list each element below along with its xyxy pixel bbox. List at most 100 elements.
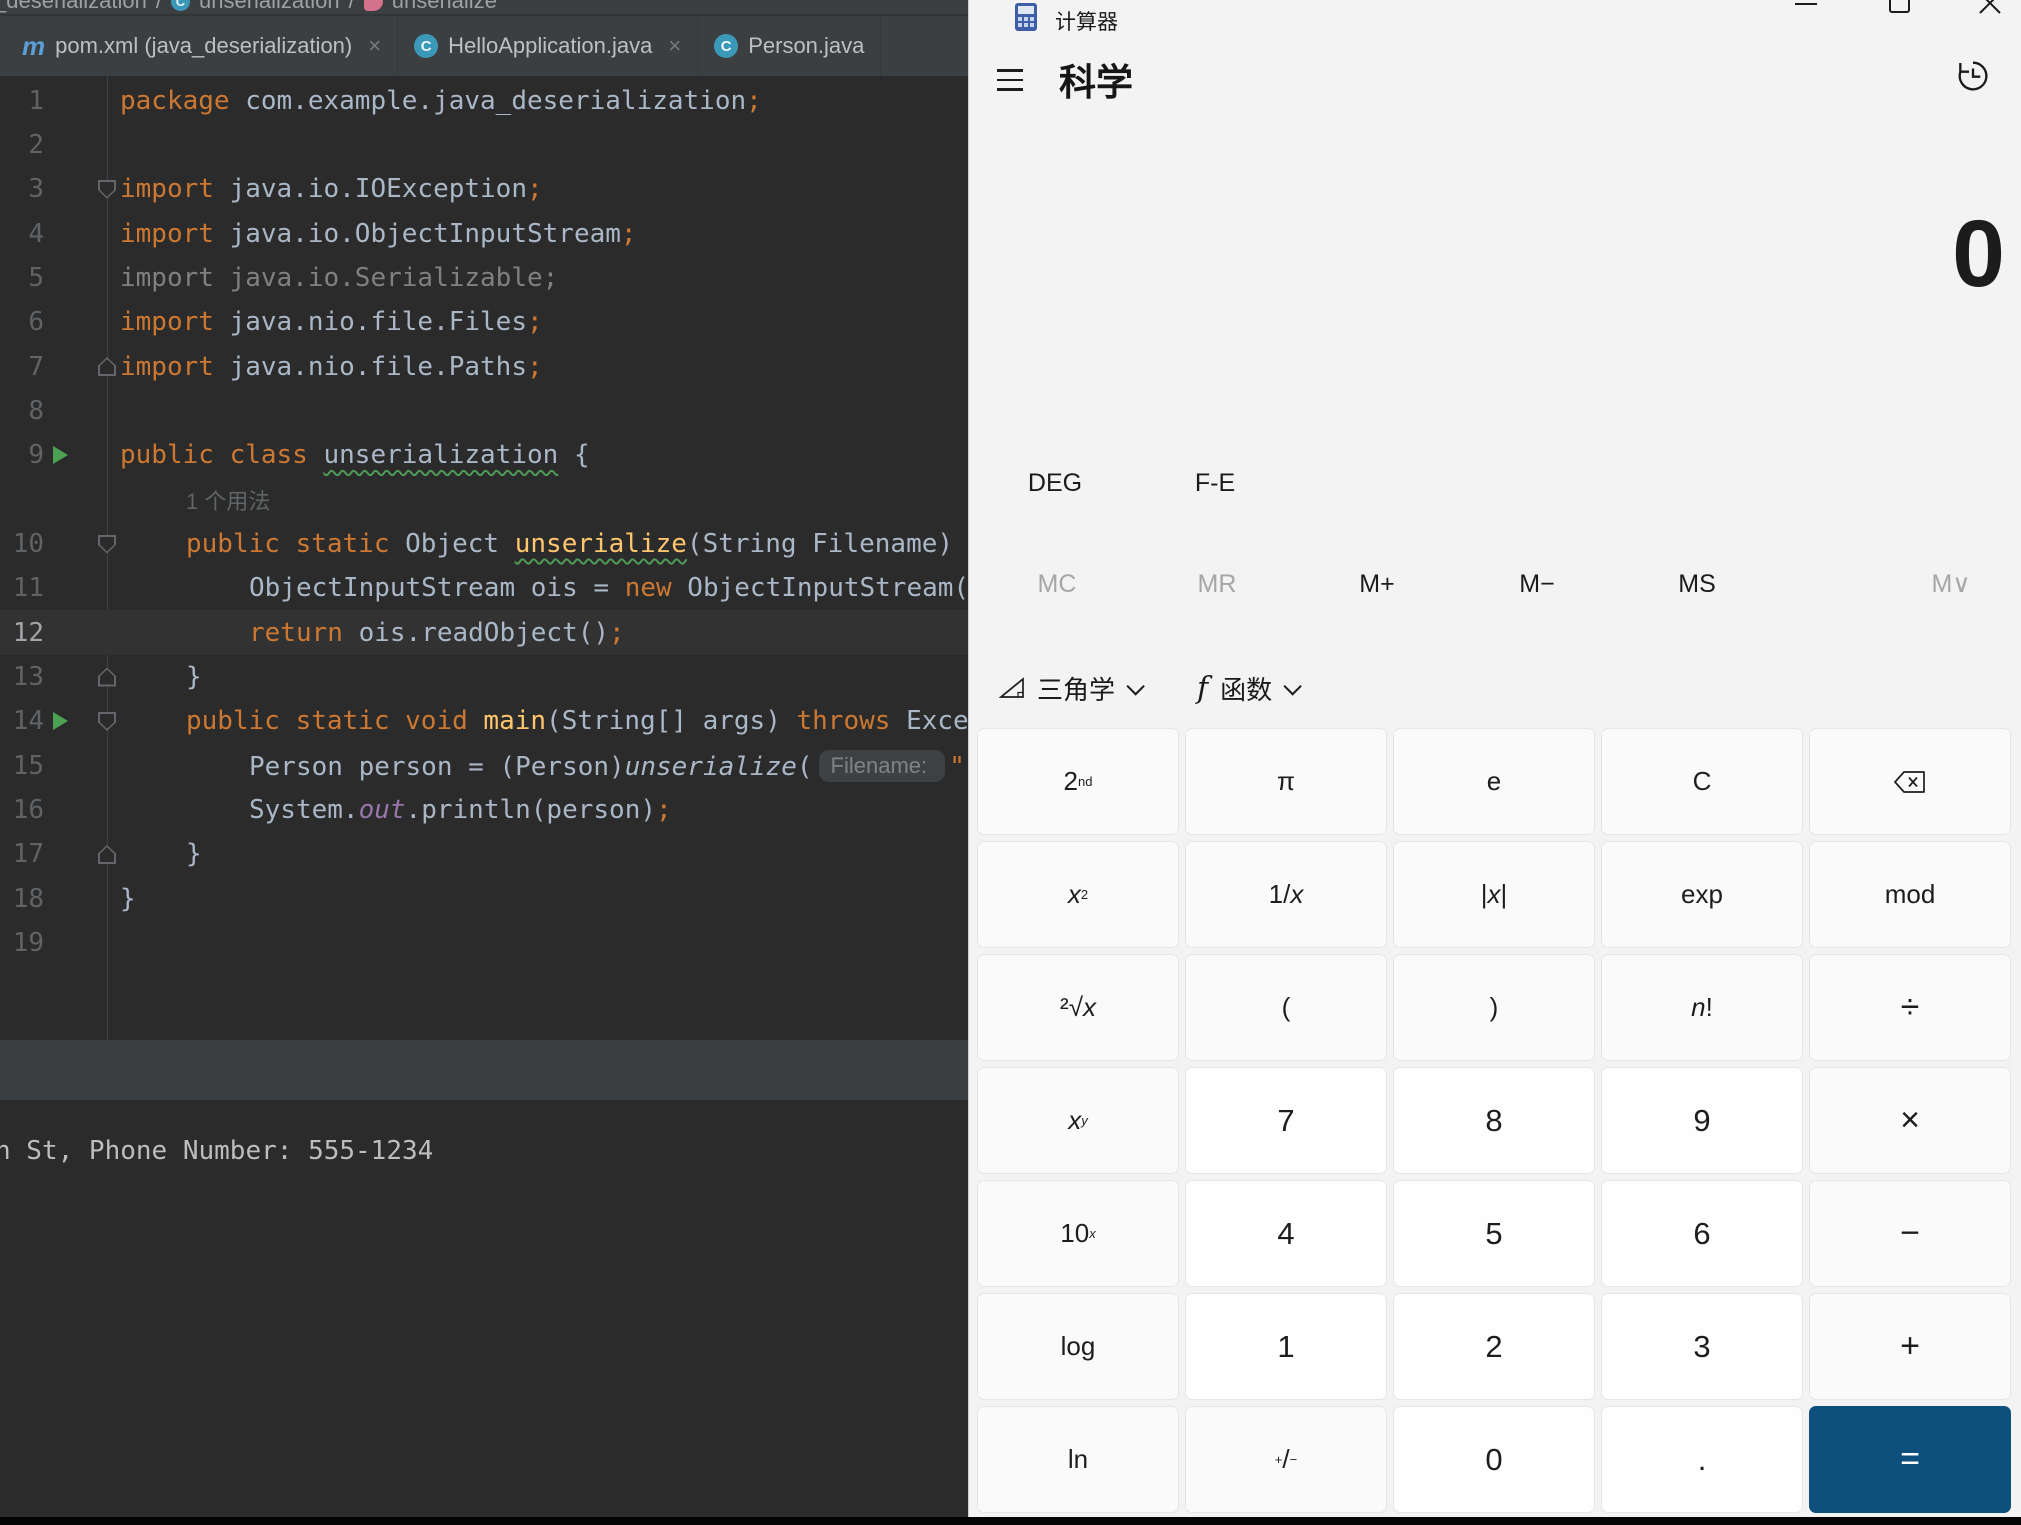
console-output: n St, Phone Number: 555-1234 xyxy=(0,1136,434,1166)
class-icon: C xyxy=(414,34,439,58)
zero-button[interactable]: 0 xyxy=(1393,1406,1595,1513)
function-dropdown[interactable]: f 函数 xyxy=(1197,664,1302,712)
code-line-11: 11 ObjectInputStream ois = new ObjectInpu… xyxy=(0,566,968,611)
tab-pom-xml[interactable]: m pom.xml (java_deserialization) × xyxy=(6,16,399,76)
fold-icon[interactable] xyxy=(98,844,116,864)
code-text: public class unserialization { xyxy=(120,440,590,471)
seven-button[interactable]: 7 xyxy=(1185,1067,1387,1174)
close-paren-button[interactable]: ) xyxy=(1393,954,1595,1061)
open-paren-button[interactable]: ( xyxy=(1185,954,1387,1061)
history-button[interactable] xyxy=(1953,56,1993,96)
line-number: 3 xyxy=(28,174,44,205)
reciprocal-button[interactable]: 1/x xyxy=(1185,841,1387,948)
run-console[interactable]: n St, Phone Number: 555-1234 xyxy=(0,1100,968,1517)
square-root-button[interactable]: ²√ x xyxy=(977,954,1179,1061)
ln-button[interactable]: ln xyxy=(977,1406,1179,1513)
calculator-window: 计算器 科学 0 DEG F-E MC MR M+ M− MS M∨ 三角学 f… xyxy=(968,0,2021,1517)
editor-tab-bar: m pom.xml (java_deserialization) × C Hel… xyxy=(0,16,968,76)
code-text: import java.io.Serializable; xyxy=(120,262,559,293)
add-button[interactable]: + xyxy=(1809,1293,2011,1400)
line-number: 13 xyxy=(12,662,44,693)
eight-button[interactable]: 8 xyxy=(1393,1067,1595,1174)
subtract-button[interactable]: − xyxy=(1809,1180,2011,1287)
nine-button[interactable]: 9 xyxy=(1601,1067,1803,1174)
memory-add-button[interactable]: M+ xyxy=(1297,556,1457,612)
tab-person[interactable]: C Person.java xyxy=(698,16,882,76)
equals-button[interactable]: = xyxy=(1809,1406,2011,1513)
fold-icon[interactable] xyxy=(98,667,116,687)
fold-icon[interactable] xyxy=(98,711,116,731)
second-function-button[interactable]: 2nd xyxy=(977,728,1179,835)
four-button[interactable]: 4 xyxy=(1185,1180,1387,1287)
history-icon xyxy=(1958,61,1988,91)
fe-toggle-button[interactable]: F-E xyxy=(1165,461,1265,505)
ten-power-x-button[interactable]: 10 x xyxy=(977,1180,1179,1287)
backspace-button[interactable] xyxy=(1809,728,2011,835)
plus-minus-button[interactable]: + / − xyxy=(1185,1406,1387,1513)
euler-number-button[interactable]: e xyxy=(1393,728,1595,835)
menu-button[interactable] xyxy=(991,60,1031,100)
code-text: import java.nio.file.Paths; xyxy=(120,351,543,382)
tab-helloapplication[interactable]: C HelloApplication.java × xyxy=(398,16,699,76)
memory-store-button[interactable]: MS xyxy=(1617,556,1777,612)
breadcrumb-item[interactable]: unserialization xyxy=(199,0,340,14)
method-icon xyxy=(363,0,383,11)
code-line-3: 3 import java.io.IOException; xyxy=(0,167,968,212)
code-text: package com.example.java_deserialization… xyxy=(120,85,762,116)
code-text: } xyxy=(120,883,136,914)
code-editor[interactable]: 1 package com.example.java_deserializatio… xyxy=(0,76,968,1040)
two-button[interactable]: 2 xyxy=(1393,1293,1595,1400)
memory-recall-button[interactable]: MR xyxy=(1137,556,1297,612)
pi-button[interactable]: π xyxy=(1185,728,1387,835)
maven-icon: m xyxy=(22,30,46,61)
factorial-button[interactable]: n! xyxy=(1601,954,1803,1061)
calculator-title-bar[interactable]: 计算器 xyxy=(969,0,2021,46)
maximize-button[interactable] xyxy=(1867,0,1927,40)
run-icon[interactable] xyxy=(53,445,68,464)
memory-flyout-button[interactable]: M∨ xyxy=(1901,556,2001,612)
line-number: 19 xyxy=(12,928,44,959)
fold-icon[interactable] xyxy=(98,534,116,554)
code-line-12: 12 return ois.readObject(); xyxy=(0,610,968,656)
breadcrumb-item[interactable]: unserialize xyxy=(392,0,497,14)
exponential-button[interactable]: exp xyxy=(1601,841,1803,948)
five-button[interactable]: 5 xyxy=(1393,1180,1595,1287)
code-line-8: 8 xyxy=(0,388,968,433)
angle-unit-button[interactable]: DEG xyxy=(1005,461,1105,505)
memory-clear-button[interactable]: MC xyxy=(977,556,1137,612)
multiply-button[interactable]: × xyxy=(1809,1067,2011,1174)
fold-icon[interactable] xyxy=(98,357,116,377)
divide-button[interactable]: ÷ xyxy=(1809,954,2011,1061)
breadcrumb-item[interactable]: _deserialization xyxy=(0,0,147,14)
code-text: ObjectInputStream ois = new ObjectInputS… xyxy=(249,573,968,604)
six-button[interactable]: 6 xyxy=(1601,1180,1803,1287)
clear-button[interactable]: C xyxy=(1601,728,1803,835)
x-power-y-button[interactable]: xy xyxy=(977,1067,1179,1174)
absolute-value-button[interactable]: | x | xyxy=(1393,841,1595,948)
code-line-15: 15 Person person = (Person)unserialize(Fi… xyxy=(0,743,968,788)
line-number: 7 xyxy=(28,351,44,382)
three-button[interactable]: 3 xyxy=(1601,1293,1803,1400)
x-squared-button[interactable]: x2 xyxy=(977,841,1179,948)
line-number: 17 xyxy=(12,839,44,870)
breadcrumb-separator: / xyxy=(155,0,162,13)
minimize-button[interactable] xyxy=(1775,0,1835,40)
code-line-7: 7 import java.nio.file.Paths; xyxy=(0,344,968,389)
calculator-mode-title: 科学 xyxy=(1059,62,1133,103)
one-button[interactable]: 1 xyxy=(1185,1293,1387,1400)
close-icon[interactable]: × xyxy=(368,33,381,59)
fold-icon[interactable] xyxy=(98,179,116,199)
trigonometry-dropdown[interactable]: 三角学 xyxy=(999,664,1145,712)
modulo-button[interactable]: mod xyxy=(1809,841,2011,948)
line-number: 8 xyxy=(28,395,44,426)
close-icon[interactable]: × xyxy=(668,33,681,59)
window-title: 计算器 xyxy=(1055,11,1118,34)
line-number: 2 xyxy=(28,129,44,160)
run-icon[interactable] xyxy=(53,711,68,730)
log-button[interactable]: log xyxy=(977,1293,1179,1400)
line-number: 12 xyxy=(12,617,44,648)
code-text: return ois.readObject(); xyxy=(249,617,625,648)
close-button[interactable] xyxy=(1959,0,2019,40)
decimal-button[interactable]: . xyxy=(1601,1406,1803,1513)
memory-subtract-button[interactable]: M− xyxy=(1457,556,1617,612)
